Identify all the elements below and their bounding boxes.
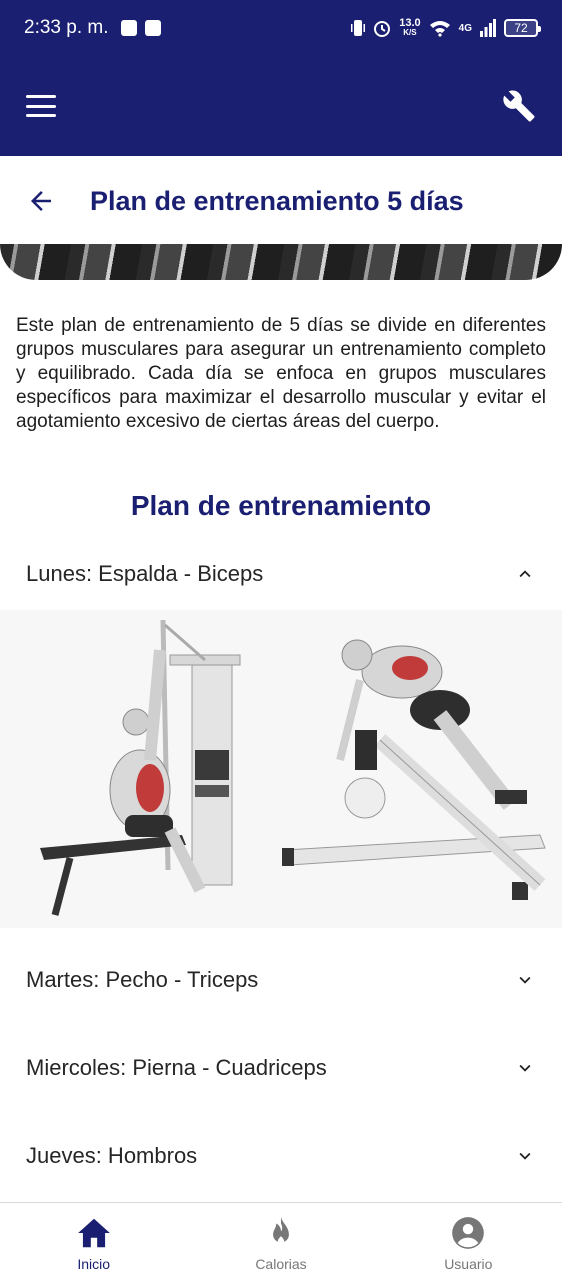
accordion-header-tuesday[interactable]: Martes: Pecho - Triceps (0, 944, 562, 1016)
accordion-label: Miercoles: Pierna - Cuadriceps (26, 1055, 327, 1080)
plan-accordion: Lunes: Espalda - Biceps Martes: Pecho - … (0, 538, 562, 1192)
lat-pulldown-figure (40, 619, 241, 916)
wifi-icon (429, 21, 450, 37)
banner-image (0, 244, 562, 280)
network-speed: 13.0 K/S (399, 18, 420, 38)
accordion-header-wednesday[interactable]: Miercoles: Pierna - Cuadriceps (0, 1032, 562, 1104)
chevron-up-icon (519, 570, 531, 578)
bent-over-row-figure (282, 639, 546, 900)
nav-label: Inicio (77, 1256, 110, 1272)
battery-level: 72 (514, 21, 528, 35)
home-icon (77, 1218, 110, 1248)
arrow-left-icon[interactable] (26, 186, 56, 216)
accordion-item-monday: Lunes: Espalda - Biceps (0, 538, 562, 944)
notification-icons (120, 20, 161, 36)
status-right: 13.0 K/S 4G 72 (351, 18, 541, 38)
accordion-header-monday[interactable]: Lunes: Espalda - Biceps (0, 538, 562, 610)
network-type: 4G (458, 22, 472, 34)
status-bar: 2:33 p. m. 13.0 K/S 4G 72 (0, 0, 562, 56)
network-speed-value: 13.0 (399, 17, 421, 29)
accordion-label: Martes: Pecho - Triceps (26, 967, 259, 992)
accordion-header-thursday[interactable]: Jueves: Hombros (0, 1120, 562, 1192)
hamburger-menu-icon[interactable] (26, 95, 56, 117)
chevron-down-icon (519, 1064, 531, 1072)
nav-usuario[interactable]: Usuario (375, 1203, 562, 1280)
page-header: Plan de entrenamiento 5 días (0, 156, 562, 246)
battery-icon: 72 (504, 19, 541, 37)
nav-label: Calorias (255, 1256, 307, 1272)
user-circle-icon (452, 1217, 485, 1249)
bottom-navigation: Inicio Calorias Usuario (0, 1202, 562, 1280)
accordion-label: Jueves: Hombros (26, 1143, 198, 1168)
app-bar (0, 56, 562, 156)
network-speed-unit: K/S (403, 28, 417, 37)
flame-icon (273, 1217, 289, 1245)
nav-inicio[interactable]: Inicio (0, 1203, 187, 1280)
signal-icon (480, 19, 496, 37)
accordion-item-tuesday: Martes: Pecho - Triceps (0, 944, 562, 1032)
wrench-icon[interactable] (502, 89, 536, 123)
chevron-down-icon (519, 1152, 531, 1160)
accordion-item-wednesday: Miercoles: Pierna - Cuadriceps (0, 1032, 562, 1120)
status-time: 2:33 p. m. (24, 17, 109, 38)
nav-calorias[interactable]: Calorias (187, 1203, 374, 1280)
vibrate-icon (351, 20, 366, 36)
back-exercise-illustration (0, 610, 562, 928)
notification-square-icon (144, 20, 161, 36)
page-title: Plan de entrenamiento 5 días (90, 185, 464, 216)
accordion-item-thursday: Jueves: Hombros (0, 1120, 562, 1192)
nav-label: Usuario (444, 1256, 493, 1272)
chevron-down-icon (519, 976, 531, 984)
section-title: Plan de entrenamiento (130, 490, 432, 521)
intro-text: Este plan de entrenamiento de 5 días se … (16, 315, 546, 432)
alarm-icon (374, 21, 391, 37)
notification-app-icon (120, 20, 137, 36)
accordion-label: Lunes: Espalda - Biceps (26, 561, 264, 586)
